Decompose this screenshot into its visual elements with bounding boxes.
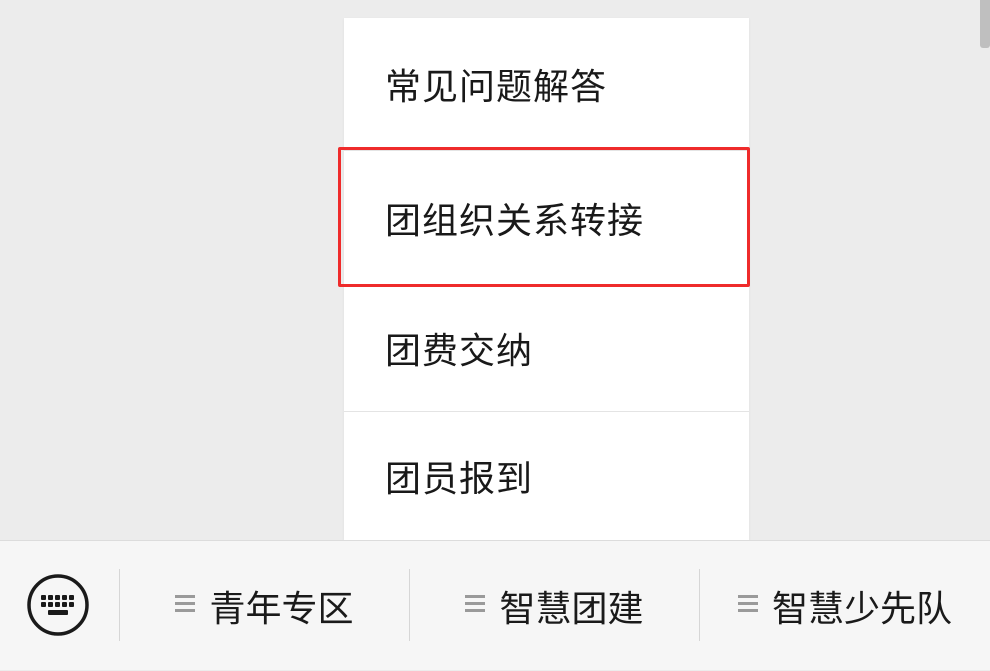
menu-lines-icon (465, 595, 486, 613)
menu-item-label: 团员报到 (385, 458, 534, 500)
menu-item-faq[interactable]: 常见问题解答 (344, 18, 749, 150)
bottom-menu-bar: 青年专区 智慧团建 智慧少先队 (0, 540, 990, 670)
bar-menu-label: 智慧少先队 (771, 589, 952, 630)
menu-item-label: 常见问题解答 (385, 67, 608, 108)
keyboard-icon (27, 574, 89, 636)
menu-lines-icon (737, 595, 758, 613)
menu-item-member-registration[interactable]: 团员报到 (344, 411, 749, 540)
bar-menu-label: 青年专区 (209, 589, 354, 630)
menu-item-dues-payment[interactable]: 团费交纳 (344, 285, 749, 411)
menu-item-label: 团组织关系转接 (385, 200, 645, 242)
popup-menu: 常见问题解答 团组织关系转接 团费交纳 团员报到 (344, 18, 749, 540)
keyboard-toggle-button[interactable] (26, 573, 90, 637)
menu-item-label: 团费交纳 (385, 331, 534, 372)
bar-menu-label: 智慧团建 (499, 589, 644, 630)
menu-item-league-relation-transfer[interactable]: 团组织关系转接 (344, 150, 749, 285)
bar-menu-smart-league[interactable]: 智慧团建 (410, 541, 699, 671)
bar-menu-youth-zone[interactable]: 青年专区 (120, 541, 409, 671)
scrollbar-thumb[interactable] (980, 0, 990, 48)
menu-lines-icon (175, 595, 196, 613)
bar-menu-smart-young-pioneers[interactable]: 智慧少先队 (700, 541, 990, 671)
